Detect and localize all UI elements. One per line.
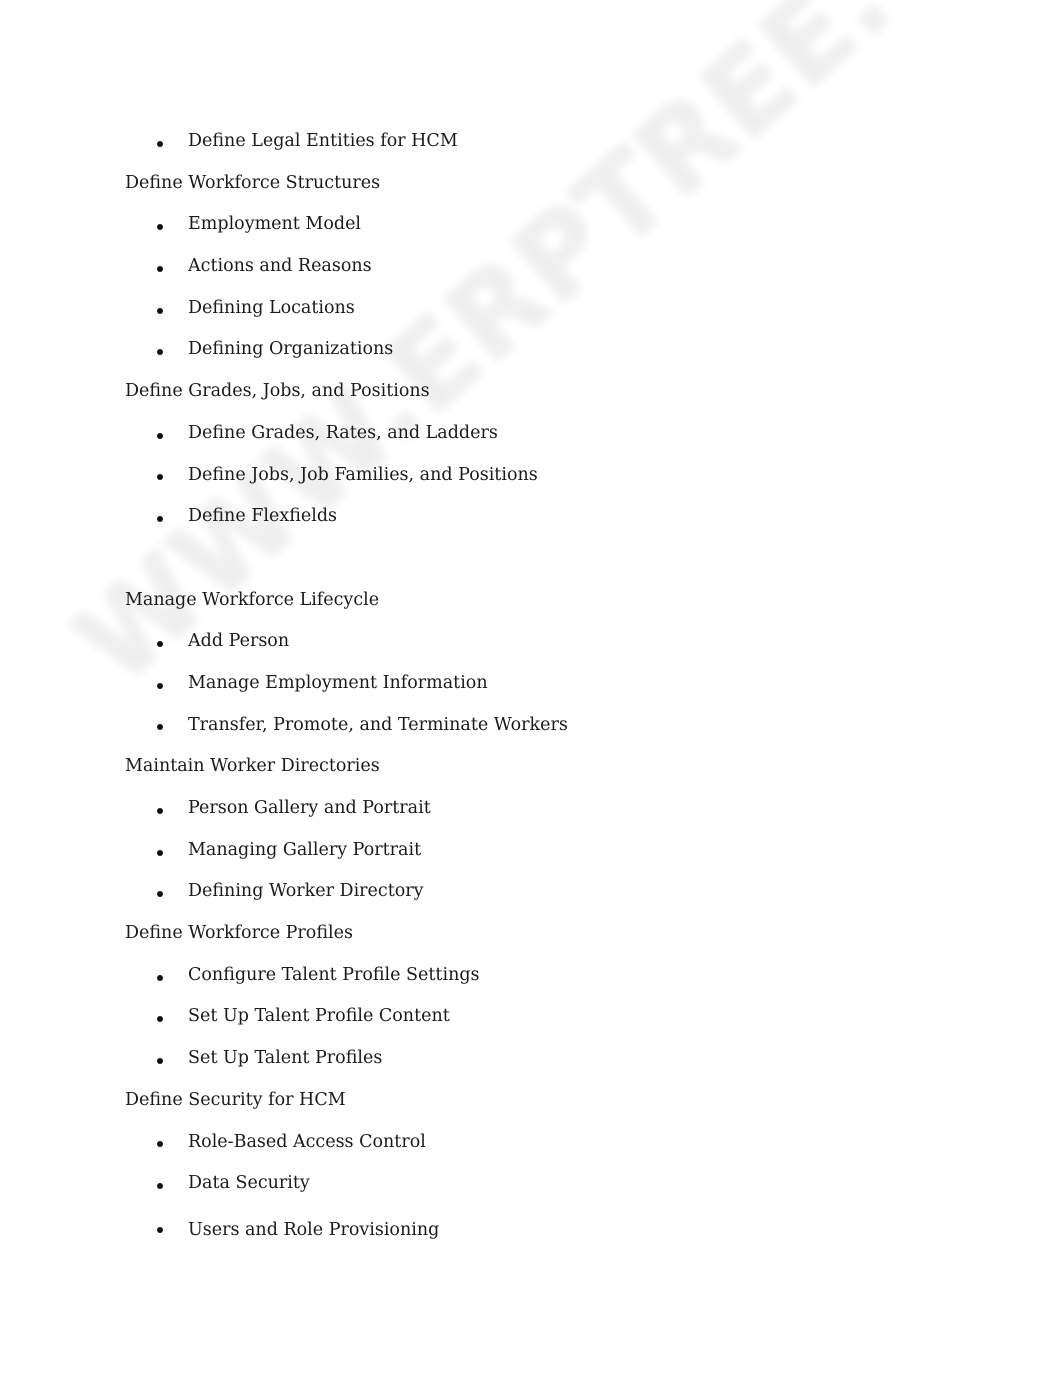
bullet-icon (157, 224, 163, 231)
bullet-label: Person Gallery and Portrait (188, 798, 431, 818)
bullet-label: Define Legal Entities for HCM (188, 131, 458, 151)
bullet-label: Define Flexfields (188, 506, 338, 527)
bullet-icon (157, 682, 163, 689)
outline-bullet-item: Set Up Talent Profiles (0, 1038, 1062, 1080)
bullet-label: Managing Gallery Portrait (188, 839, 422, 860)
heading-label: Manage Workforce Lifecycle (125, 589, 380, 610)
outline-bullet-item: Define Grades, Rates, and Ladders (0, 413, 1062, 455)
bullet-label: Data Security (188, 1173, 310, 1194)
bullet-label: Add Person (188, 631, 290, 652)
bullet-label: Role-Based Access Control (188, 1131, 426, 1152)
bullet-label: Employment Model (188, 214, 362, 235)
document-page: WWW.ERPTREE.COM Define Legal Entities fo… (0, 0, 1062, 1377)
outline-bullet-item: Set Up Talent Profile Content (0, 996, 1062, 1038)
bullet-icon (157, 1183, 163, 1190)
outline-bullet-item: Manage Employment Information (0, 663, 1062, 705)
bullet-icon (157, 974, 163, 981)
bullet-label: Set Up Talent Profile Content (188, 1006, 450, 1027)
outline-bullet-item: Define Flexfields (0, 496, 1062, 538)
outline-bullet-item: Define Legal Entities for HCM (0, 121, 1062, 163)
bullet-label: Defining Organizations (188, 339, 394, 360)
heading-label: Define Security for HCM (125, 1089, 346, 1110)
bullet-label: Define Jobs, Job Families, and Positions (188, 464, 538, 485)
heading-label: Maintain Worker Directories (125, 756, 380, 777)
outline-heading: Manage Workforce Lifecycle (0, 580, 1062, 622)
bullet-icon (157, 1141, 163, 1148)
bullet-icon (157, 807, 163, 814)
heading-label: Define Workforce Structures (125, 172, 381, 193)
outline-bullet-item: Transfer, Promote, and Terminate Workers (0, 705, 1062, 747)
outline-bullet-item: Data Security (0, 1163, 1062, 1205)
outline-bullet-item: Defining Organizations (0, 329, 1062, 371)
bullet-label: Actions and Reasons (188, 256, 372, 277)
outline-heading: Define Workforce Profiles (0, 913, 1062, 955)
bullet-label: Users and Role Provisioning (188, 1219, 440, 1240)
bullet-label: Defining Locations (188, 297, 355, 318)
bullet-icon (157, 1226, 163, 1233)
bullet-label: Set Up Talent Profiles (188, 1048, 383, 1069)
outline-bullet-item: Employment Model (0, 204, 1062, 246)
outline-heading: Define Workforce Structures (0, 163, 1062, 205)
bullet-label: Define Grades, Rates, and Ladders (188, 422, 498, 443)
outline-heading: Maintain Worker Directories (0, 746, 1062, 788)
outline-bullet-item: Users and Role Provisioning (0, 1205, 1062, 1251)
outline-bullet-item: Managing Gallery Portrait (0, 830, 1062, 872)
heading-label: Define Grades, Jobs, and Positions (125, 381, 430, 402)
bullet-icon (157, 641, 163, 648)
outline-bullet-item: Role-Based Access Control (0, 1122, 1062, 1164)
bullet-icon (157, 516, 163, 523)
bullet-icon (157, 891, 163, 898)
bullet-label: Defining Worker Directory (188, 881, 424, 902)
outline-bullet-item: Defining Worker Directory (0, 871, 1062, 913)
bullet-icon (157, 474, 163, 481)
outline-bullet-item: Actions and Reasons (0, 246, 1062, 288)
bullet-icon (157, 1057, 163, 1064)
document-body: Define Legal Entities for HCM Define Work… (0, 0, 1062, 1251)
outline-heading: Define Security for HCM (0, 1080, 1062, 1122)
heading-label: Define Workforce Profiles (125, 923, 353, 944)
outline-bullet-item: Defining Locations (0, 288, 1062, 330)
bullet-icon (157, 432, 163, 439)
bullet-icon (157, 849, 163, 856)
bullet-icon (157, 349, 163, 356)
bullet-label: Transfer, Promote, and Terminate Workers (188, 714, 568, 735)
bullet-label: Manage Employment Information (188, 672, 488, 693)
bullet-label: Configure Talent Profile Settings (188, 964, 480, 985)
outline-bullet-item: Person Gallery and Portrait (0, 788, 1062, 830)
outline-heading: Define Grades, Jobs, and Positions (0, 371, 1062, 413)
bullet-icon (157, 140, 163, 147)
bullet-icon (157, 1016, 163, 1023)
bullet-icon (157, 724, 163, 731)
bullet-icon (157, 265, 163, 272)
outline-bullet-item: Define Jobs, Job Families, and Positions (0, 455, 1062, 497)
bullet-icon (157, 307, 163, 314)
empty-paragraph (0, 538, 1062, 580)
outline-bullet-item: Add Person (0, 621, 1062, 663)
outline-bullet-item: Configure Talent Profile Settings (0, 955, 1062, 997)
